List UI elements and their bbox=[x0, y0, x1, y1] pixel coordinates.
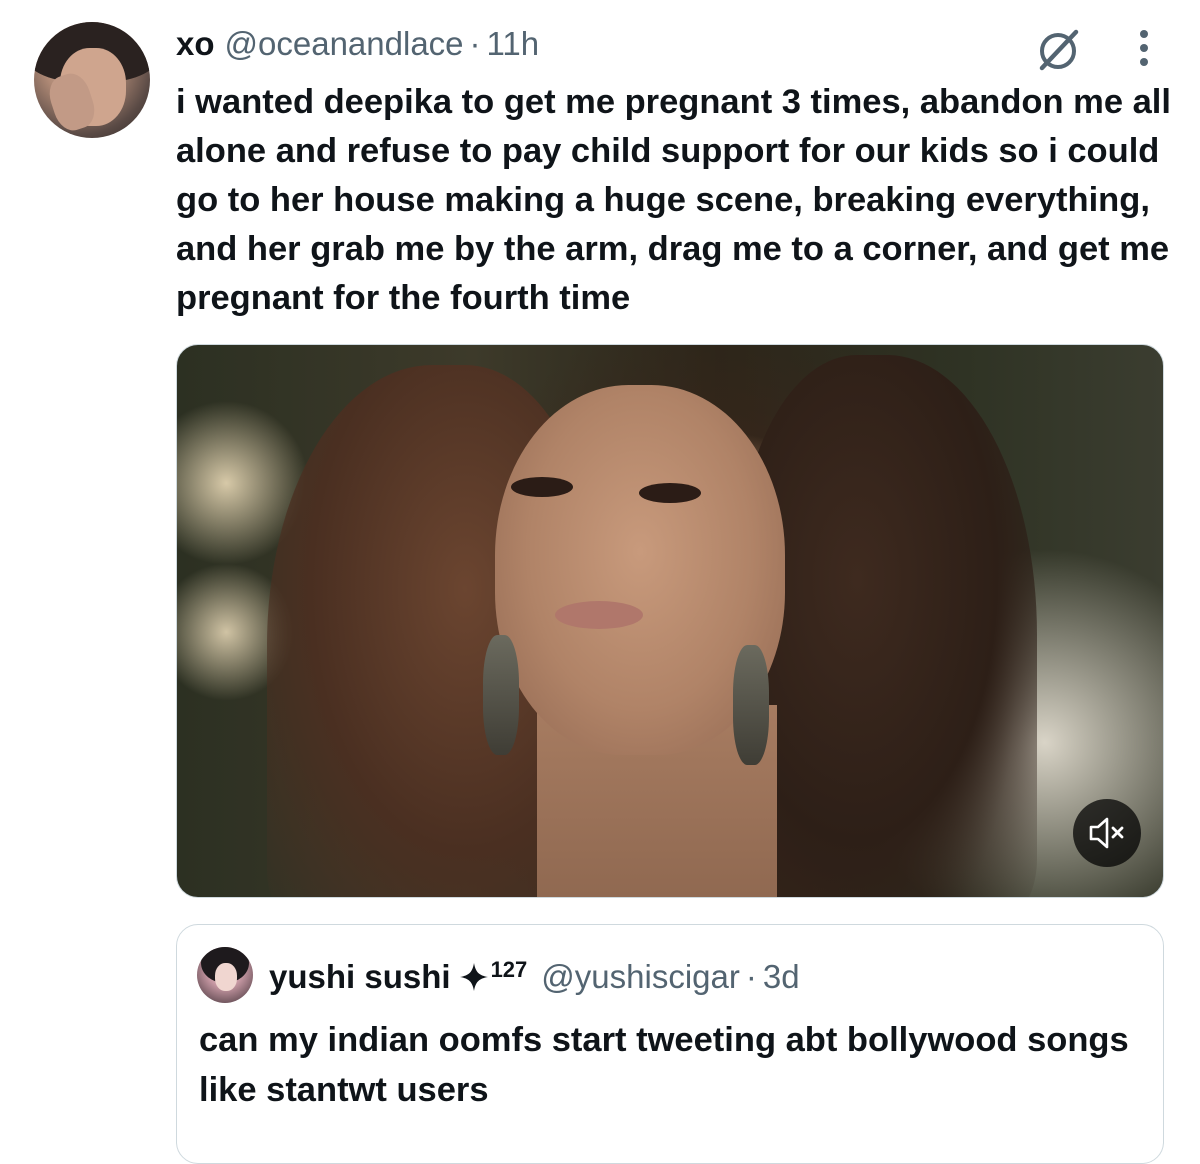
tweet-timestamp[interactable]: 11h bbox=[487, 25, 540, 63]
more-dot bbox=[1140, 30, 1148, 38]
video-lips bbox=[555, 601, 643, 629]
quoted-tweet-text: can my indian oomfs start tweeting abt b… bbox=[199, 1021, 1129, 1109]
quoted-author-avatar[interactable] bbox=[197, 947, 253, 1003]
video-eye-right bbox=[639, 483, 701, 503]
author-name[interactable]: xo bbox=[176, 25, 215, 63]
badge-count: 127 bbox=[490, 957, 528, 982]
author-avatar[interactable] bbox=[34, 22, 150, 138]
tweet-video[interactable] bbox=[176, 344, 1164, 898]
video-eye-left bbox=[511, 477, 573, 497]
quoted-avatar-face bbox=[215, 963, 237, 991]
quoted-header-separator: · bbox=[745, 958, 757, 995]
tweet-text: i wanted deepika to get me pregnant 3 ti… bbox=[176, 83, 1171, 317]
author-handle[interactable]: @oceanandlace bbox=[225, 25, 464, 63]
header-separator: · bbox=[469, 25, 481, 62]
more-dot bbox=[1140, 58, 1148, 66]
quoted-tweet-timestamp[interactable]: 3d bbox=[763, 958, 800, 996]
mute-button[interactable] bbox=[1073, 799, 1141, 867]
quoted-author-handle[interactable]: @yushiscigar bbox=[541, 958, 740, 996]
tweet-header: xo @oceanandlace · 11h bbox=[176, 22, 539, 66]
grok-icon[interactable] bbox=[1034, 26, 1082, 74]
more-options-icon[interactable] bbox=[1126, 26, 1162, 70]
video-earring-left bbox=[483, 635, 519, 755]
quoted-tweet[interactable]: yushi sushi 127 @yushiscigar · 3d can my… bbox=[176, 924, 1164, 1164]
sparkle-icon bbox=[459, 963, 488, 991]
quoted-tweet-header: yushi sushi 127 @yushiscigar · 3d bbox=[269, 955, 800, 999]
more-dot bbox=[1140, 44, 1148, 52]
video-earring-right bbox=[733, 645, 769, 765]
quoted-author-name[interactable]: yushi sushi bbox=[269, 958, 451, 996]
volume-muted-icon bbox=[1089, 817, 1124, 849]
